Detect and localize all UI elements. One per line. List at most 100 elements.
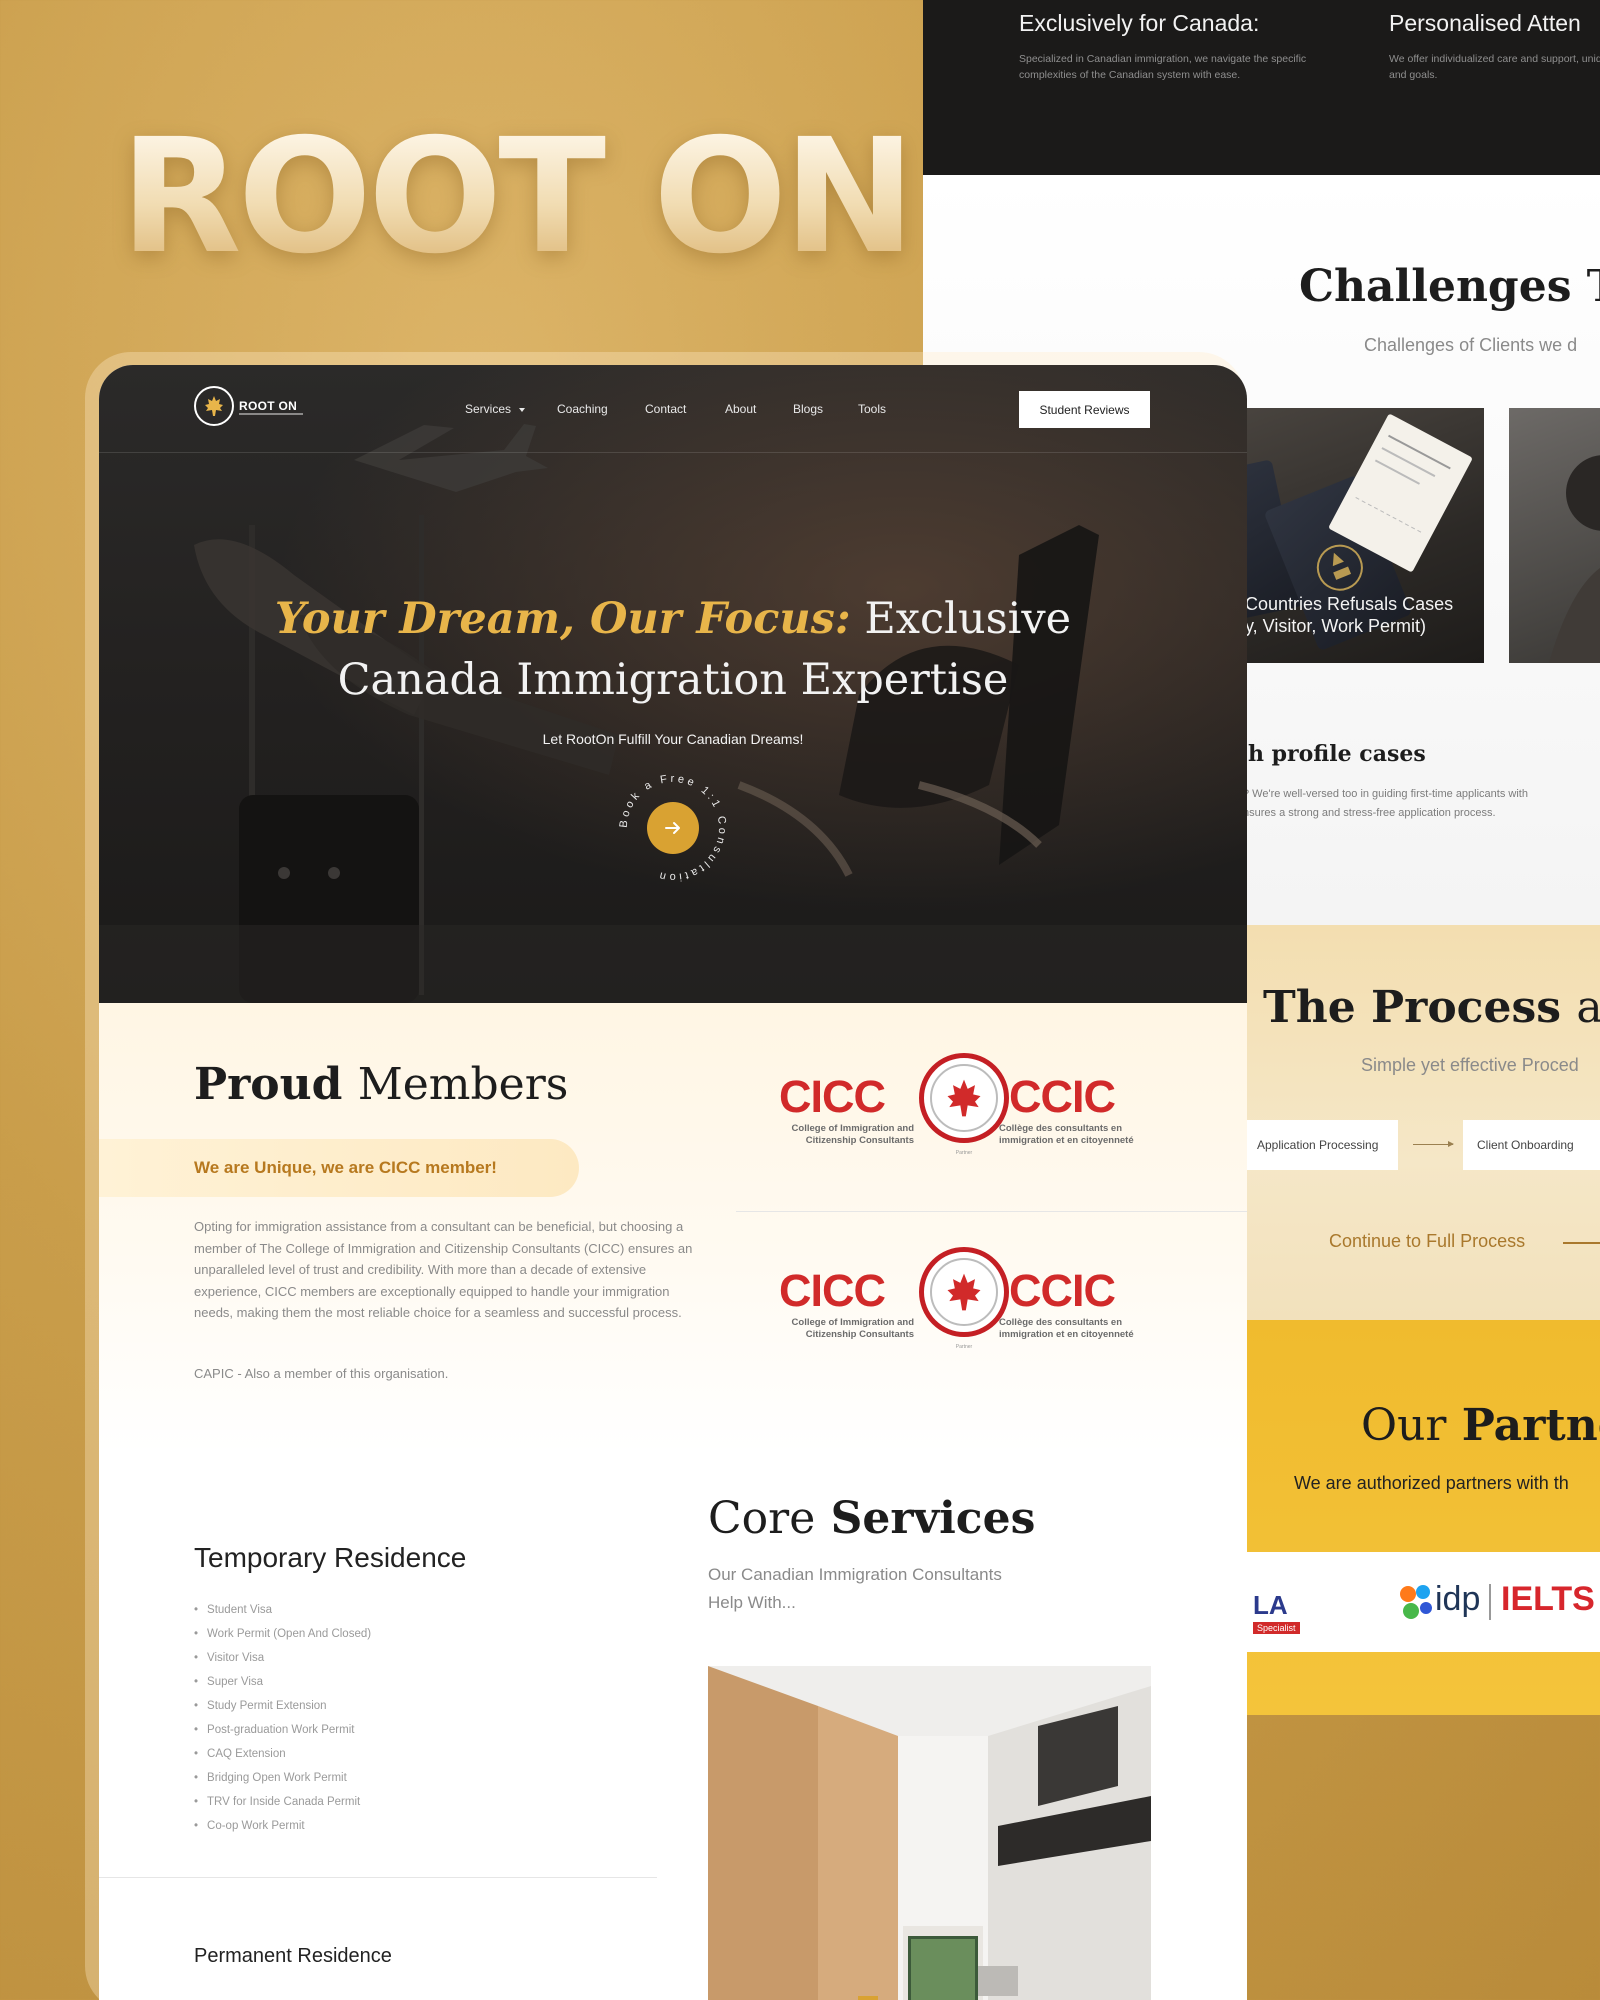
logo-text[interactable]: ROOT ON [239, 399, 297, 413]
why-item-title: Exclusively for Canada: [1019, 10, 1260, 36]
members-divider [736, 1211, 1247, 1212]
why-section: Exclusively for Canada: Specialized in C… [923, 0, 1600, 175]
services-title: Core Services [708, 1493, 1035, 1544]
consultation-arrow-button[interactable] [647, 802, 699, 854]
hero-title-line2: Canada Immigration Expertise [337, 655, 1009, 705]
services-title-bold: Services [830, 1493, 1036, 1544]
client-photo-card[interactable] [1509, 408, 1600, 663]
process-subtitle: Simple yet effective Proced [1361, 1055, 1579, 1075]
hero-subtitle: Let RootOn Fulfill Your Canadian Dreams! [542, 731, 804, 747]
nav-services[interactable]: Services [465, 402, 511, 416]
navbar: ROOT ON Services Coaching Contact About … [99, 365, 1247, 453]
services-divider [99, 1877, 657, 1878]
arrow-right-icon [665, 822, 680, 834]
challenges-title-rest: Tac [1587, 261, 1600, 312]
list-item[interactable]: Super Visa [194, 1670, 371, 1694]
members-title: Proud Members [194, 1059, 568, 1110]
list-item[interactable]: Co-op Work Permit [194, 1814, 371, 1838]
nav-tools[interactable]: Tools [858, 402, 886, 416]
cicc-word: CICC [779, 1265, 886, 1316]
continue-arrow-line [1563, 1242, 1600, 1244]
cicc-seal [919, 1053, 1009, 1143]
profile-cases-heading: h profile cases [1248, 741, 1426, 767]
cicc-tiny-text: Partner [955, 1344, 973, 1350]
partners-title-bold: Partner [1461, 1400, 1600, 1451]
cicc-word: CICC [779, 1071, 886, 1122]
why-item-body: We offer individualized care and support… [1389, 53, 1600, 81]
chevron-down-icon[interactable] [519, 408, 525, 412]
list-item[interactable]: CAQ Extension [194, 1742, 371, 1766]
challenges-title: Challenges Tac [1299, 261, 1600, 312]
refusals-card-caption: Countries Refusals Cases y, Visitor, Wor… [1245, 593, 1453, 637]
temporary-residence-title[interactable]: Temporary Residence [194, 1542, 466, 1574]
maple-leaf-icon [205, 396, 223, 416]
process-step[interactable]: Application Processing [1243, 1120, 1398, 1170]
cicc-logo: CICC CCIC College of Immigration and Cit… [759, 1245, 1149, 1350]
cicc-sub-fr: Collège des consultants en immigration e… [999, 1123, 1134, 1146]
why-item-body: Specialized in Canadian immigration, we … [1019, 53, 1307, 81]
process-step[interactable]: Client Onboarding [1463, 1120, 1600, 1170]
list-item[interactable]: TRV for Inside Canada Permit [194, 1790, 371, 1814]
ccic-word: CCIC [1009, 1265, 1116, 1316]
process-title: The Process at Ro [1263, 982, 1600, 1033]
cicc-sub-en: College of Immigration and Citizenship C… [791, 1317, 914, 1340]
services-subtitle: Our Canadian Immigration Consultants Hel… [708, 1565, 1002, 1612]
logo-separator [1489, 1584, 1491, 1620]
cicc-seal [919, 1247, 1009, 1337]
ccic-word: CCIC [1009, 1071, 1116, 1122]
root-on-logo-icon[interactable] [194, 386, 234, 426]
nav-blogs[interactable]: Blogs [793, 402, 823, 416]
members-footnote: CAPIC - Also a member of this organisati… [194, 1366, 449, 1381]
nav-coaching[interactable]: Coaching [557, 402, 608, 416]
body-line: ? We're well-versed too in guiding first… [1243, 788, 1528, 800]
partner-logo-text: LA [1253, 1590, 1288, 1620]
website-mockup: ROOT ON Services Coaching Contact About … [99, 365, 1247, 2000]
caption-line: Countries Refusals Cases [1245, 594, 1454, 614]
continue-process-link[interactable]: Continue to Full Process [1329, 1231, 1525, 1252]
cicc-sub-fr: Collège des consultants en immigration e… [999, 1317, 1134, 1340]
list-item[interactable]: Bridging Open Work Permit [194, 1766, 371, 1790]
members-title-bold: Proud [194, 1059, 343, 1110]
cicc-tiny-text: Partner [955, 1150, 973, 1156]
partner-logo-idp-ielts[interactable]: idp IELTS [1369, 1552, 1600, 1652]
members-title-light: Members [357, 1059, 569, 1110]
caption-line: y, Visitor, Work Permit) [1245, 616, 1427, 636]
partners-subtitle: We are authorized partners with th [1294, 1473, 1569, 1493]
partners-title: Our Partner [1361, 1400, 1600, 1451]
list-item[interactable]: Post-graduation Work Permit [194, 1718, 371, 1742]
list-item[interactable]: Study Permit Extension [194, 1694, 371, 1718]
logo-tagline-line [239, 413, 303, 415]
person-photo-icon [1549, 455, 1600, 663]
members-body: Opting for immigration assistance from a… [194, 1219, 693, 1320]
services-room-photo [708, 1666, 1151, 2000]
list-item[interactable]: Student Visa [194, 1598, 371, 1622]
nav-contact[interactable]: Contact [645, 402, 686, 416]
services-section: Core Services Our Canadian Immigration C… [99, 1453, 1247, 2000]
services-title-light: Core [708, 1493, 816, 1544]
nav-about[interactable]: About [725, 402, 756, 416]
why-item-personalised: Personalised Atten We offer individualiz… [1389, 10, 1600, 83]
temporary-residence-list: Student Visa Work Permit (Open And Close… [194, 1598, 371, 1838]
hero-title-line1: Your Dream, Our Focus: Exclusive [99, 588, 1247, 650]
student-reviews-button[interactable]: Student Reviews [1019, 391, 1150, 428]
profile-cases-body: ? We're well-versed too in guiding first… [1243, 785, 1528, 823]
why-item-canada: Exclusively for Canada: Specialized in C… [1019, 10, 1349, 83]
members-section: Proud Members We are Unique, we are CICC… [99, 1003, 1247, 1453]
cicc-sub-en: College of Immigration and Citizenship C… [791, 1123, 914, 1146]
list-item[interactable]: Visitor Visa [194, 1646, 371, 1670]
body-line: nsures a strong and stress-free applicat… [1243, 807, 1496, 819]
permanent-residence-title[interactable]: Permanent Residence [194, 1945, 392, 1968]
challenges-subtitle: Challenges of Clients we d [1364, 335, 1578, 355]
challenges-title-bold: Challenges [1299, 261, 1572, 312]
why-item-title: Personalised Atten [1389, 10, 1581, 36]
hero-section: ROOT ON Services Coaching Contact About … [99, 365, 1247, 1003]
members-pill-text: We are Unique, we are CICC member! [194, 1158, 497, 1177]
idp-logo-icon [1400, 1585, 1432, 1619]
hero-title-accent: Your Dream, Our Focus: [274, 594, 851, 644]
list-item[interactable]: Work Permit (Open And Closed) [194, 1622, 371, 1646]
brand-title: ROOT ON [120, 105, 916, 289]
process-arrow-icon [1413, 1141, 1454, 1147]
cicc-logo: CICC CCIC College of Immigration and Cit… [759, 1051, 1149, 1156]
process-title-bold: The Process [1263, 982, 1561, 1033]
partner-logo-cla[interactable]: LA Specialist [1243, 1552, 1373, 1652]
